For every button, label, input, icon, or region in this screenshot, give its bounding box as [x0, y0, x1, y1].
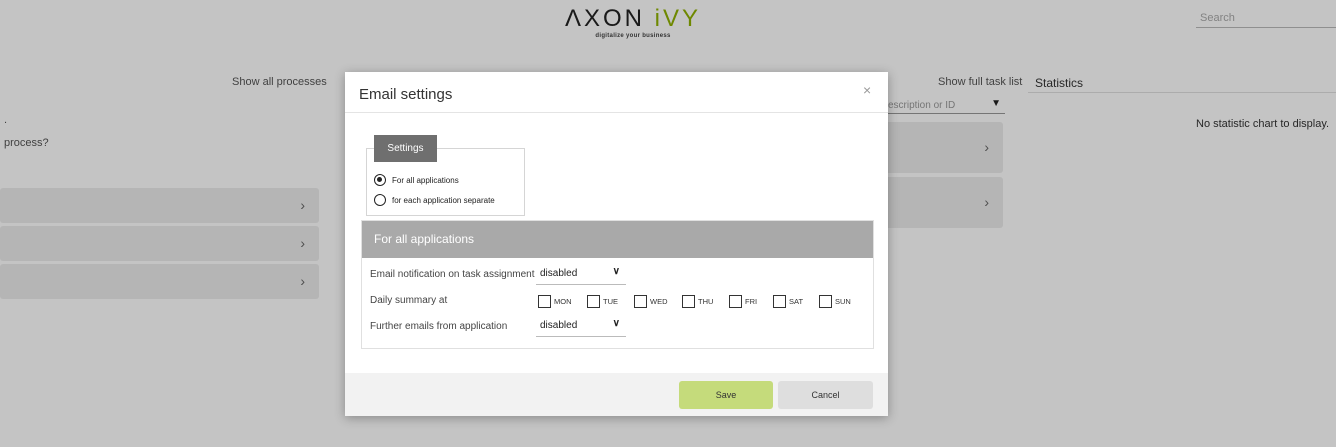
day-checkbox-fri[interactable]: FRI: [729, 295, 757, 308]
settings-tab[interactable]: Settings: [374, 135, 437, 162]
radio-label: for each application separate: [392, 195, 495, 205]
further-emails-select[interactable]: disabled ∨: [536, 316, 626, 337]
chevron-down-icon: ∨: [612, 318, 620, 329]
task-assignment-label: Email notification on task assignment: [370, 269, 535, 280]
day-checkbox-tue[interactable]: TUE: [587, 295, 618, 308]
dialog-footer: Save Cancel: [345, 373, 888, 416]
save-button[interactable]: Save: [679, 381, 773, 409]
checkbox[interactable]: [773, 295, 786, 308]
day-checkbox-wed[interactable]: WED: [634, 295, 668, 308]
further-emails-label: Further emails from application: [370, 321, 508, 332]
daily-summary-label: Daily summary at: [370, 295, 448, 306]
day-checkbox-thu[interactable]: THU: [682, 295, 713, 308]
cancel-button[interactable]: Cancel: [778, 381, 873, 409]
dialog-title: Email settings: [359, 86, 453, 103]
radio-for-all-applications[interactable]: For all applications: [374, 174, 459, 186]
checkbox[interactable]: [682, 295, 695, 308]
checkbox[interactable]: [819, 295, 832, 308]
task-assignment-select[interactable]: disabled ∨: [536, 264, 626, 285]
close-icon[interactable]: ×: [863, 82, 871, 98]
radio-button[interactable]: [374, 194, 386, 206]
checkbox[interactable]: [538, 295, 551, 308]
email-settings-panel: For all applications Email notification …: [361, 220, 874, 349]
radio-label: For all applications: [392, 175, 459, 185]
day-checkbox-mon[interactable]: MON: [538, 295, 572, 308]
dashboard-page: ΛXON iVY digitalize your business Show a…: [0, 0, 1336, 447]
checkbox[interactable]: [729, 295, 742, 308]
day-checkbox-sun[interactable]: SUN: [819, 295, 851, 308]
divider: [345, 112, 888, 113]
panel-title: For all applications: [362, 221, 873, 258]
email-settings-dialog: Email settings × Settings For all applic…: [345, 72, 888, 416]
radio-for-each-application[interactable]: for each application separate: [374, 194, 495, 206]
checkbox[interactable]: [634, 295, 647, 308]
chevron-down-icon: ∨: [612, 266, 620, 277]
radio-button-checked[interactable]: [374, 174, 386, 186]
day-checkbox-sat[interactable]: SAT: [773, 295, 803, 308]
checkbox[interactable]: [587, 295, 600, 308]
